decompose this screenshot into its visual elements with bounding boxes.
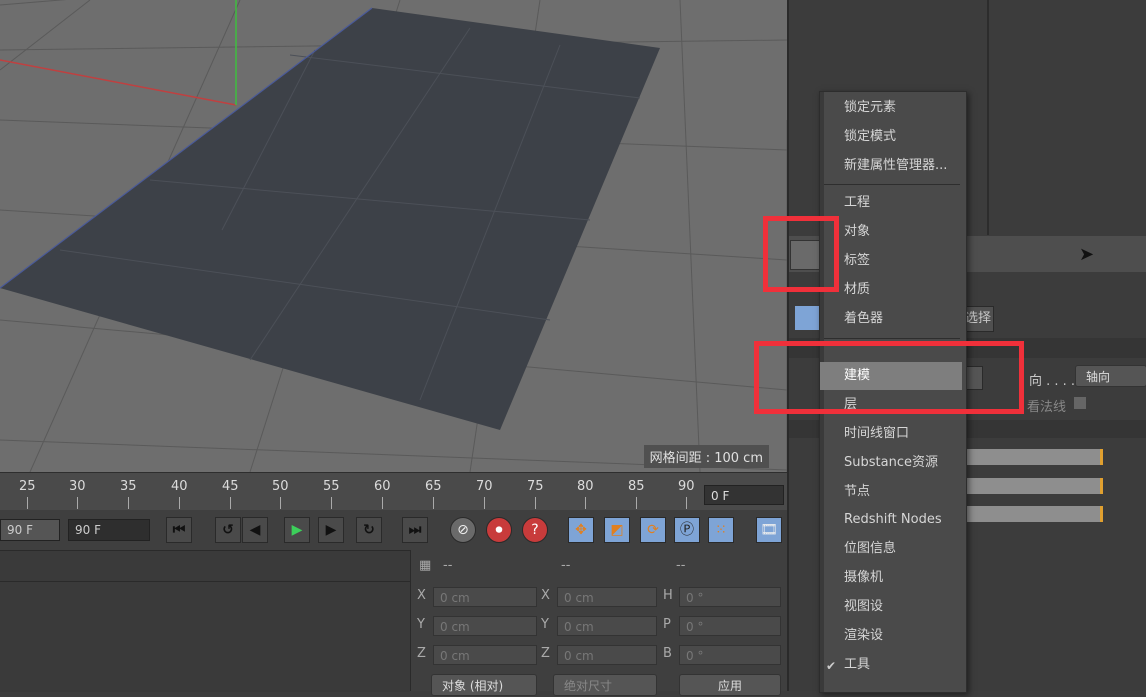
tick-label: 60 <box>374 479 391 494</box>
go-to-start-button[interactable]: ⏮ <box>166 517 192 543</box>
coord-label: B <box>663 646 672 661</box>
help-key-icon[interactable]: ? <box>522 517 548 543</box>
size-x-field[interactable]: 0 cm <box>557 587 657 607</box>
menu-item-redshift-nodes[interactable]: Redshift Nodes <box>820 506 966 534</box>
start-frame-field[interactable]: 90 F <box>0 519 60 541</box>
current-frame-field[interactable]: 0 F <box>704 485 784 505</box>
tick-label: 75 <box>527 479 544 494</box>
slider-bar[interactable] <box>967 478 1103 494</box>
tick-label: 30 <box>69 479 86 494</box>
prev-keyframe-button[interactable]: ↺ <box>215 517 241 543</box>
axis-dropdown[interactable]: 轴向 <box>1075 365 1146 387</box>
tick-label: 35 <box>120 479 137 494</box>
coord-label: H <box>663 588 673 603</box>
tick-label: 90 <box>678 479 695 494</box>
back-arrow-icon[interactable]: ➤ <box>1079 244 1094 265</box>
coord-label: P <box>663 617 671 632</box>
rotation-h-field[interactable]: 0 ° <box>679 587 781 607</box>
parameter-icon[interactable]: Ⓟ <box>674 517 700 543</box>
3d-viewport[interactable]: 网格间距 : 100 cm <box>0 0 787 472</box>
record-disabled-icon[interactable]: ⊘ <box>450 517 476 543</box>
menu-item-shader[interactable]: 着色器 <box>820 305 966 333</box>
menu-item-object[interactable]: 对象 <box>820 218 966 246</box>
size-y-field[interactable]: 0 cm <box>557 616 657 636</box>
menu-item-render[interactable]: 渲染设 <box>820 622 966 650</box>
size-mode-dropdown[interactable]: 绝对尺寸 <box>553 674 657 696</box>
pla-grid-icon[interactable]: ⁙ <box>708 517 734 543</box>
position-x-field[interactable]: 0 cm <box>433 587 537 607</box>
coords-header-label: -- <box>443 558 453 573</box>
rotate-icon[interactable]: ⟳ <box>640 517 666 543</box>
coord-label: Z <box>417 646 426 661</box>
plane-object <box>0 8 660 430</box>
slider-bar[interactable] <box>967 449 1103 465</box>
transport-bar: 90 F 90 F ⏮ ↺ ◀ ▶ ▶ ↻ ⏭ ⊘ ⏺ ? ✥ ◩ ⟳ Ⓟ ⁙ … <box>0 510 787 550</box>
material-panel[interactable] <box>0 550 410 692</box>
menu-item-nodes[interactable]: 节点 <box>820 478 966 506</box>
apply-button[interactable]: 应用 <box>679 674 781 696</box>
next-frame-button[interactable]: ▶ <box>318 517 344 543</box>
scale-icon[interactable]: ◩ <box>604 517 630 543</box>
menu-item-substance-assets[interactable]: Substance资源 <box>820 449 966 477</box>
tick-label: 70 <box>476 479 493 494</box>
autokey-icon[interactable]: ⏺ <box>486 517 512 543</box>
coord-label: Y <box>417 617 425 632</box>
coord-label: X <box>541 588 550 603</box>
axis-label: 向 . . . . <box>1029 374 1076 389</box>
tick-label: 85 <box>628 479 645 494</box>
select-button[interactable]: 选择 <box>964 306 994 332</box>
next-keyframe-button[interactable]: ↻ <box>356 517 382 543</box>
highlight-box-modeling <box>754 341 1024 414</box>
rotation-p-field[interactable]: 0 ° <box>679 616 781 636</box>
tick-label: 65 <box>425 479 442 494</box>
prev-frame-button[interactable]: ◀ <box>242 517 268 543</box>
normals-label: 看法线 <box>1027 400 1067 415</box>
position-y-field[interactable]: 0 cm <box>433 616 537 636</box>
coord-label: Z <box>541 646 550 661</box>
rotation-b-field[interactable]: 0 ° <box>679 645 781 665</box>
coordinate-mode-dropdown[interactable]: 对象 (相对) <box>431 674 537 696</box>
grid-icon: ▦ <box>419 558 432 573</box>
position-z-field[interactable]: 0 cm <box>433 645 537 665</box>
coord-label: X <box>417 588 426 603</box>
coord-label: Y <box>541 617 549 632</box>
tick-label: 50 <box>272 479 289 494</box>
tick-label: 40 <box>171 479 188 494</box>
menu-item-project[interactable]: 工程 <box>820 189 966 217</box>
menu-item-bitmap-info[interactable]: 位图信息 <box>820 535 966 563</box>
move-icon[interactable]: ✥ <box>568 517 594 543</box>
x-axis-line <box>0 59 237 106</box>
size-z-field[interactable]: 0 cm <box>557 645 657 665</box>
play-button[interactable]: ▶ <box>284 517 310 543</box>
highlight-box-icon <box>763 216 839 292</box>
tick-label: 55 <box>323 479 340 494</box>
coords-header-label: -- <box>561 558 571 573</box>
tick-label: 45 <box>222 479 239 494</box>
menu-item-timeline-window[interactable]: 时间线窗口 <box>820 420 966 448</box>
menu-item-view[interactable]: 视图设 <box>820 593 966 621</box>
coords-header-label: -- <box>676 558 686 573</box>
normals-checkbox[interactable] <box>1074 397 1086 409</box>
menu-item-new-attribute-manager[interactable]: 新建属性管理器... <box>820 152 966 180</box>
go-to-end-button[interactable]: ⏭ <box>402 517 428 543</box>
tick-label: 80 <box>577 479 594 494</box>
menu-item-tag[interactable]: 标签 <box>820 247 966 275</box>
menu-item-lock-mode[interactable]: 锁定模式 <box>820 123 966 151</box>
menu-item-tools[interactable]: 工具 <box>820 651 966 679</box>
coordinates-panel: ▦ -- -- -- X 0 cm X 0 cm H 0 ° Y 0 cm Y … <box>410 550 788 696</box>
grid-spacing-label: 网格间距 : 100 cm <box>643 445 769 468</box>
menu-item-material[interactable]: 材质 <box>820 276 966 304</box>
slider-bar[interactable] <box>967 506 1103 522</box>
film-strip-icon[interactable]: 🎞 <box>756 517 782 543</box>
menu-item-lock-element[interactable]: 锁定元素 <box>820 94 966 122</box>
tab-icon[interactable] <box>795 306 819 330</box>
tick-label: 25 <box>19 479 36 494</box>
end-frame-field[interactable]: 90 F <box>68 519 150 541</box>
viewport-scene <box>0 0 787 472</box>
timeline-ruler[interactable]: 25 30 35 40 45 50 55 60 65 70 75 80 85 9… <box>0 472 787 511</box>
menu-item-camera[interactable]: 摄像机 <box>820 564 966 592</box>
